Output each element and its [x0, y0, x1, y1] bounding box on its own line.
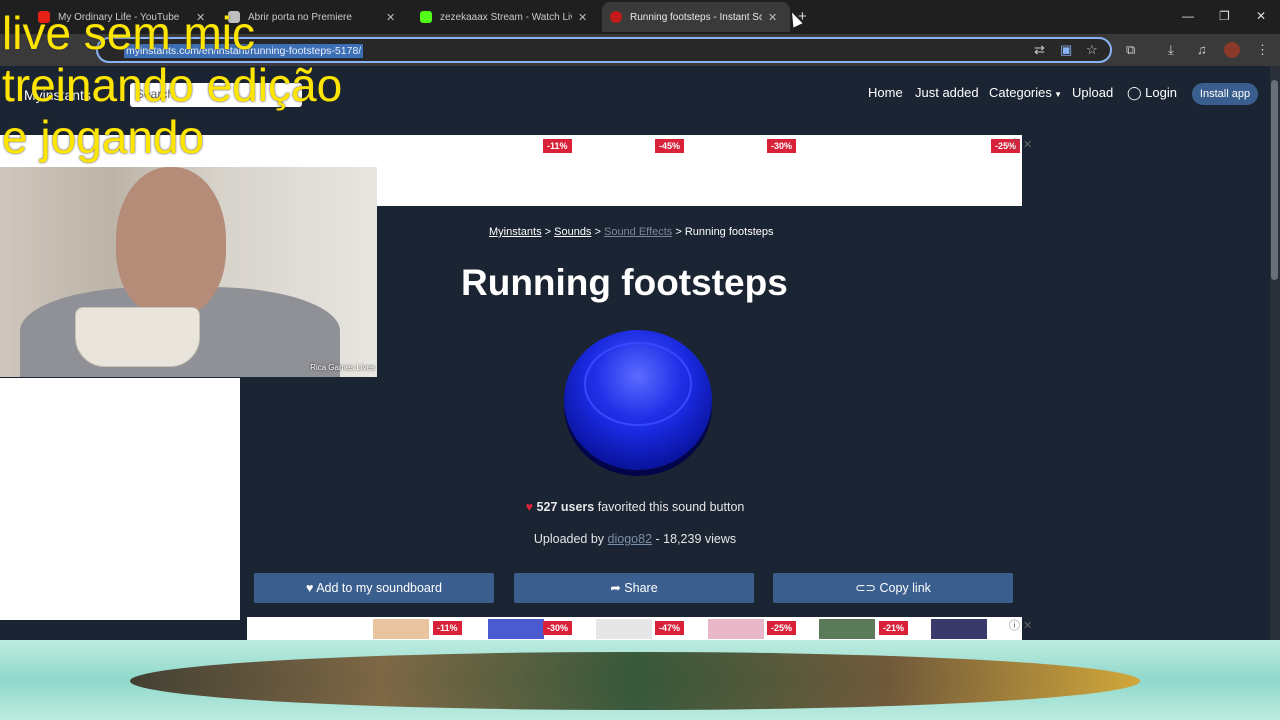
ad-discount-badge[interactable]: -47% — [655, 621, 685, 635]
share-arrow-icon: ➦ — [610, 581, 625, 595]
uploaded-by-label: Uploaded by — [533, 532, 605, 546]
nav-categories[interactable]: Categories ▼ — [989, 85, 1062, 100]
overlay-dark-strip — [0, 620, 240, 640]
tab-title: Running footsteps - Instant So — [630, 11, 762, 23]
ad-product-image[interactable] — [596, 619, 652, 639]
stream-overlay-line-2: treinando edição — [2, 59, 343, 111]
page-title: Running footsteps — [461, 262, 788, 303]
minimize-button[interactable]: — — [1182, 9, 1194, 23]
nav-categories-label: Categories — [989, 85, 1052, 100]
tab-close-icon[interactable]: ✕ — [578, 11, 587, 24]
views-count: - 18,239 views — [655, 532, 737, 546]
breadcrumb-separator: > — [544, 226, 555, 238]
media-control-icon[interactable]: ♫ — [1197, 42, 1207, 57]
breadcrumb-sounds[interactable]: Sounds — [554, 226, 591, 238]
breadcrumb-sound-effects[interactable]: Sound Effects — [604, 226, 672, 238]
ad-discount-badge[interactable]: -25% — [767, 621, 797, 635]
ad-discount-badge[interactable]: -21% — [879, 621, 909, 635]
breadcrumb-separator: > — [594, 226, 604, 238]
webcam-bowl — [75, 307, 200, 367]
tab-title: zezekaaax Stream - Watch Live — [440, 11, 572, 23]
caret-down-icon: ▼ — [1051, 90, 1063, 99]
ad-product-image[interactable] — [373, 619, 429, 639]
ad-discount-badge[interactable]: -30% — [767, 139, 797, 153]
add-to-soundboard-label: Add to my soundboard — [316, 581, 442, 595]
heart-icon: ♥ — [306, 581, 317, 595]
cast-icon[interactable]: ▣ — [1060, 42, 1072, 58]
breadcrumb: Myinstants > Sounds > Sound Effects > Ru… — [489, 226, 774, 238]
link-icon: ⊂⊃ — [855, 581, 880, 595]
play-sound-button-cap[interactable] — [584, 342, 692, 426]
uploader-link[interactable]: diogo82 — [608, 532, 653, 546]
ad-close-icon[interactable]: ⓘ ✕ — [1009, 136, 1032, 152]
ad-product-image[interactable] — [488, 619, 544, 639]
ad-product-image[interactable] — [931, 619, 987, 639]
breadcrumb-current: Running footsteps — [684, 226, 774, 238]
heart-icon: ♥ — [525, 500, 534, 514]
share-label: Share — [624, 581, 658, 595]
user-circle-icon: ◯ — [1127, 85, 1146, 100]
scrollbar-thumb[interactable] — [1271, 80, 1278, 280]
overlay-white-panel — [0, 378, 240, 620]
tab-myinstants[interactable]: Running footsteps - Instant So ✕ — [602, 2, 790, 32]
webcam-feed: Rica Games Lives — [0, 167, 377, 377]
kick-favicon-icon — [420, 11, 432, 23]
ad-close-icon[interactable]: ⓘ ✕ — [1009, 617, 1032, 633]
ad-product-image[interactable] — [819, 619, 875, 639]
breadcrumb-separator: > — [675, 226, 685, 238]
webcam-person-head — [116, 167, 226, 317]
ad-discount-badge[interactable]: -45% — [655, 139, 685, 153]
stream-overlay-line-3: e jogando — [2, 111, 205, 163]
ad-discount-badge[interactable]: -30% — [543, 621, 573, 635]
ad-discount-badge[interactable]: -11% — [543, 139, 572, 153]
nav-just-added[interactable]: Just added — [915, 85, 979, 100]
menu-kebab-icon[interactable]: ⋮ — [1256, 42, 1269, 58]
download-icon[interactable]: ⤓ — [1168, 42, 1174, 58]
restore-button[interactable]: ❐ — [1219, 9, 1230, 23]
add-to-soundboard-button[interactable]: ♥ Add to my soundboard — [254, 573, 494, 603]
myinstants-favicon-icon — [610, 11, 622, 23]
ad-product-image[interactable] — [708, 619, 764, 639]
tab-close-icon[interactable]: ✕ — [386, 11, 395, 24]
copy-link-button[interactable]: ⊂⊃ Copy link — [773, 573, 1013, 603]
tab-title: Abrir porta no Premiere — [248, 11, 352, 23]
ad-discount-badge[interactable]: -11% — [433, 621, 462, 635]
bookmark-star-icon[interactable]: ☆ — [1086, 42, 1098, 58]
webcam-channel-label: Rica Games Lives — [310, 363, 375, 372]
tab-close-icon[interactable]: ✕ — [768, 11, 777, 24]
breadcrumb-myinstants[interactable]: Myinstants — [489, 226, 542, 238]
banner-logo-art — [130, 652, 1140, 710]
translate-icon[interactable]: ⇄ — [1034, 42, 1045, 58]
nav-home[interactable]: Home — [868, 85, 903, 100]
nav-upload[interactable]: Upload — [1072, 85, 1113, 100]
tab-kick[interactable]: zezekaaax Stream - Watch Live ✕ — [412, 4, 595, 30]
profile-avatar[interactable] — [1224, 42, 1240, 58]
stream-bottom-banner — [0, 640, 1280, 720]
copy-link-label: Copy link — [879, 581, 931, 595]
nav-login[interactable]: ◯ Login — [1127, 85, 1177, 101]
favorites-text: favorited this sound button — [597, 500, 745, 514]
close-window-button[interactable]: ✕ — [1256, 9, 1266, 23]
install-app-button[interactable]: Install app — [1192, 83, 1258, 105]
stream-overlay-line-1: live sem mic — [2, 7, 256, 59]
favorites-users: 527 users — [536, 500, 595, 514]
share-button[interactable]: ➦ Share — [514, 573, 754, 603]
nav-login-label: Login — [1145, 85, 1177, 100]
extensions-icon[interactable]: ⧉ — [1126, 42, 1135, 58]
screen: { "browser": { "tabs": [ {"title": "My O… — [0, 0, 1280, 720]
